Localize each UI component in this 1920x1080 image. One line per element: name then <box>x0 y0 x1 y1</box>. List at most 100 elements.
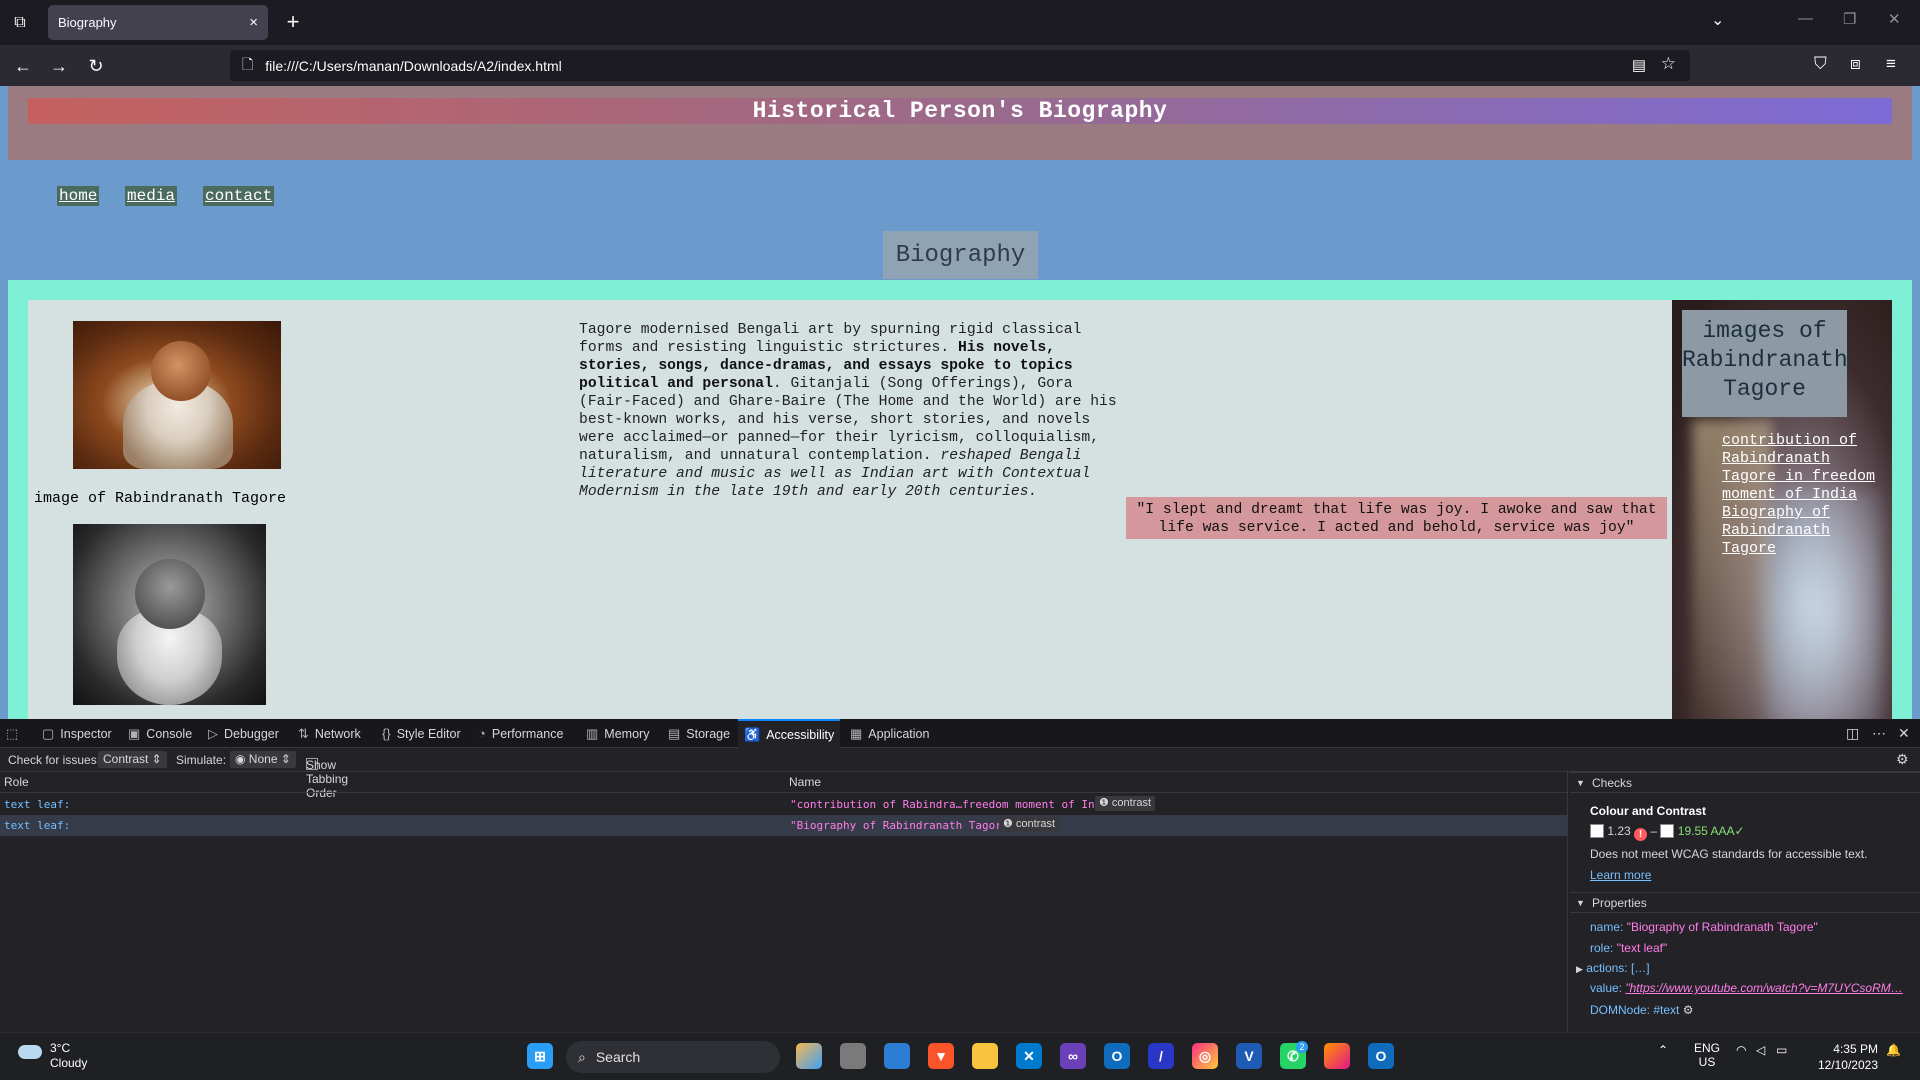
cloud-icon <box>18 1045 42 1059</box>
menu-media-link[interactable]: media <box>125 186 178 206</box>
network-icon: ⇅ <box>298 725 309 741</box>
page-title: Historical Person's Biography <box>28 98 1892 124</box>
devtools-panel: ⬚ ▢ Inspector ▣ Console ▷ Debugger ⇅ Network… <box>0 719 1920 1032</box>
color-swatch <box>1660 824 1675 838</box>
tab-style-editor[interactable]: {} Style Editor <box>382 719 461 748</box>
url-bar[interactable]: 🗋 file:///C:/Users/manan/Downloads/A2/in… <box>230 50 1690 81</box>
menu-home-link[interactable]: home <box>57 186 100 206</box>
close-window-icon[interactable]: ✕ <box>1888 10 1901 28</box>
tab-memory[interactable]: ▥ Memory <box>586 719 649 748</box>
chevron-up-icon[interactable]: ⌃ <box>1658 1043 1668 1057</box>
outlook-new-icon[interactable]: O <box>1104 1043 1130 1069</box>
warning-icon: ! <box>1634 828 1648 841</box>
more-options-icon[interactable]: ⋯ <box>1872 725 1886 742</box>
tree-header: Role Name <box>0 772 1567 793</box>
tab-biography[interactable]: Biography × <box>48 5 268 40</box>
prop-actions[interactable]: ▶ actions: […] <box>1576 961 1650 975</box>
forward-icon[interactable]: → <box>46 54 72 78</box>
tab-inspector[interactable]: ▢ Inspector <box>42 719 112 748</box>
outlook-icon[interactable]: O <box>1368 1043 1394 1069</box>
prop-name: name: "Biography of Rabindranath Tagore" <box>1590 920 1818 934</box>
copilot-icon[interactable] <box>796 1043 822 1069</box>
tree-row[interactable]: text leaf: "contribution of Rabindra…fre… <box>0 794 1567 815</box>
list-all-tabs-icon[interactable]: ⧉ <box>0 0 40 45</box>
bio-paragraph: Tagore modernised Bengali art by spurnin… <box>579 321 1119 501</box>
settings-gear-icon[interactable]: ⚙ <box>1896 751 1909 768</box>
tab-performance[interactable]: ◔ Performance <box>478 719 563 748</box>
visio-icon[interactable]: V <box>1236 1043 1262 1069</box>
style-editor-icon: {} <box>382 726 391 741</box>
tree-row-selected[interactable]: text leaf: "Biography of Rabindranath Ta… <box>0 815 1567 836</box>
task-view-icon[interactable] <box>840 1043 866 1069</box>
notification-bell-icon[interactable]: 🔔 <box>1886 1043 1901 1057</box>
tab-storage[interactable]: ▤ Storage <box>668 719 730 748</box>
taskbar: 3°C Cloudy ⊞ ⌕ Search ▼ ✕ ∞ O / ◎ V ✆ 2 O … <box>0 1032 1920 1080</box>
debugger-icon: ▷ <box>208 725 218 741</box>
storage-icon: ▤ <box>668 725 681 741</box>
reader-view-icon[interactable]: ▤ <box>1632 56 1646 74</box>
close-tab-icon[interactable]: × <box>249 14 258 31</box>
chevron-down-icon[interactable]: ⌄ <box>1711 10 1724 30</box>
tagore-portrait-color <box>73 321 281 469</box>
close-devtools-icon[interactable]: ✕ <box>1898 725 1910 742</box>
gear-icon: ⚙ <box>1682 1003 1694 1017</box>
bookmark-star-icon[interactable]: ☆ <box>1661 54 1676 74</box>
vscode-icon[interactable]: ✕ <box>1016 1043 1042 1069</box>
language-indicator[interactable]: ENG US <box>1694 1041 1720 1069</box>
taskbar-search[interactable]: ⌕ Search <box>566 1041 780 1073</box>
start-windows-icon[interactable]: ⊞ <box>527 1043 553 1069</box>
url-text[interactable]: file:///C:/Users/manan/Downloads/A2/inde… <box>265 58 561 74</box>
store-icon[interactable] <box>884 1043 910 1069</box>
check-issues-label: Check for issues: <box>8 753 101 767</box>
biography-link[interactable]: Biography of Rabindranath Tagore <box>1722 504 1882 558</box>
properties-sidebar: ▼ Checks Colour and Contrast 1.23 ! – 19.… <box>1570 772 1920 1032</box>
search-icon: ⌕ <box>578 1048 586 1065</box>
side-links: contribution of Rabindranath Tagore in f… <box>1722 432 1882 558</box>
pick-element-icon[interactable]: ⬚ <box>6 719 24 748</box>
triangle-down-icon: ▼ <box>1576 778 1585 788</box>
file-explorer-icon[interactable] <box>972 1043 998 1069</box>
new-tab-button[interactable]: + <box>280 9 306 35</box>
tab-accessibility[interactable]: ♿ Accessibility <box>738 719 841 748</box>
contribution-link[interactable]: contribution of Rabindranath Tagore in f… <box>1722 432 1882 504</box>
restore-icon[interactable]: ❐ <box>1843 10 1856 28</box>
menu-icon[interactable]: ≡ <box>1886 54 1896 74</box>
triangle-down-icon: ▼ <box>1576 898 1585 908</box>
learn-more-link[interactable]: Learn more <box>1590 868 1651 882</box>
tab-debugger[interactable]: ▷ Debugger <box>208 719 279 748</box>
battery-icon[interactable]: ▭ <box>1776 1043 1787 1057</box>
inspector-icon: ▢ <box>42 725 55 741</box>
tab-application[interactable]: ▦ Application <box>850 719 929 748</box>
reload-icon[interactable]: ↻ <box>83 54 109 78</box>
firefox-icon[interactable] <box>1324 1043 1350 1069</box>
simulate-select[interactable]: ◉ None ⇕ <box>230 751 296 768</box>
brave-icon[interactable]: ▼ <box>928 1043 954 1069</box>
extensions-icon[interactable]: ⧈ <box>1850 54 1861 74</box>
wifi-icon[interactable]: ◠ <box>1736 1043 1746 1057</box>
image-caption: image of Rabindranath Tagore <box>34 490 287 507</box>
properties-section-header[interactable]: ▼ Properties <box>1570 892 1920 913</box>
performance-icon: ◔ <box>478 726 486 741</box>
prop-role: role: "text leaf" <box>1590 941 1668 955</box>
accessibility-tree: Role Name text leaf: "contribution of Ra… <box>0 772 1568 1032</box>
tab-network[interactable]: ⇅ Network <box>298 719 361 748</box>
checks-section-header[interactable]: ▼ Checks <box>1570 772 1920 793</box>
visual-studio-icon[interactable]: ∞ <box>1060 1043 1086 1069</box>
contrast-message: Does not meet WCAG standards for accessi… <box>1590 847 1868 861</box>
instagram-icon[interactable]: ◎ <box>1192 1043 1218 1069</box>
volume-icon[interactable]: ◁ <box>1756 1043 1765 1057</box>
back-icon[interactable]: ← <box>10 54 36 78</box>
whatsapp-badge: 2 <box>1296 1041 1308 1053</box>
dock-side-icon[interactable]: ◫ <box>1846 725 1859 742</box>
check-issues-select[interactable]: Contrast ⇕ <box>98 751 167 768</box>
page-icon: 🗋 <box>242 55 254 72</box>
contrast-badge: ❶ contrast <box>1095 796 1156 811</box>
web-page: Historical Person's Biography home media… <box>0 86 1920 719</box>
app-icon[interactable]: / <box>1148 1043 1174 1069</box>
clock[interactable]: 4:35 PM 12/10/2023 <box>1814 1041 1878 1073</box>
minimize-icon[interactable]: — <box>1798 10 1813 27</box>
menu-contact-link[interactable]: contact <box>203 186 275 206</box>
tab-console[interactable]: ▣ Console <box>128 719 192 748</box>
pocket-icon[interactable]: ⛉ <box>1814 54 1827 74</box>
col-role: Role <box>4 775 29 789</box>
